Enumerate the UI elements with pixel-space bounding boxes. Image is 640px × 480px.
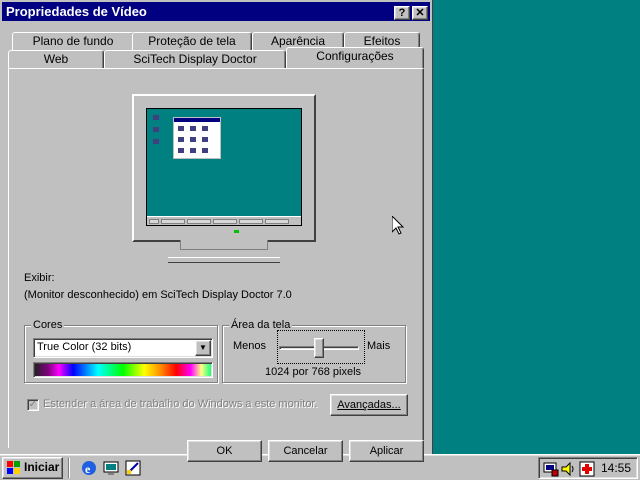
monitor-stand-base xyxy=(168,257,280,263)
ok-button[interactable]: OK xyxy=(187,440,262,462)
color-depth-select[interactable]: True Color (32 bits) ▼ xyxy=(33,338,213,358)
help-button[interactable]: ? xyxy=(394,6,410,20)
power-led-icon xyxy=(234,230,239,233)
mini-desktop-icon xyxy=(153,115,159,120)
show-desktop-icon[interactable] xyxy=(102,459,120,477)
mini-icon xyxy=(190,137,196,142)
quicklaunch-separator xyxy=(68,458,70,478)
screen-area-group: Área da tela Menos Mais 1024 por 768 pix… xyxy=(222,319,406,383)
mouse-cursor-icon xyxy=(392,216,404,235)
mini-task xyxy=(161,219,185,224)
monitor-screen xyxy=(146,108,302,226)
tab-plano-de-fundo[interactable]: Plano de fundo xyxy=(12,32,134,50)
monitor-stand-neck xyxy=(180,240,268,250)
close-button[interactable]: ✕ xyxy=(412,6,428,20)
title-bar[interactable]: Propriedades de Vídeo ? ✕ xyxy=(2,2,430,21)
clock[interactable]: 14:55 xyxy=(601,461,631,475)
display-properties-window: Propriedades de Vídeo ? ✕ Plano de fundo… xyxy=(0,0,433,462)
mini-icon xyxy=(178,126,184,131)
mini-icon xyxy=(190,148,196,153)
less-label: Menos xyxy=(233,340,267,352)
mini-task xyxy=(239,219,263,224)
svg-text:e: e xyxy=(85,462,91,476)
tab-scitech-display-doctor[interactable]: SciTech Display Doctor xyxy=(104,50,286,68)
mini-icon xyxy=(202,148,208,153)
mini-desktop-icon xyxy=(153,127,159,132)
advanced-button[interactable]: Avançadas... xyxy=(330,394,408,416)
mini-icon xyxy=(178,148,184,153)
volume-icon[interactable] xyxy=(561,461,575,477)
cancel-button[interactable]: Cancelar xyxy=(268,440,343,462)
mini-icon xyxy=(190,126,196,131)
tab-configuracoes[interactable]: Configurações xyxy=(286,47,424,68)
extend-desktop-label: Estender a área de trabalho do Windows a… xyxy=(43,398,318,410)
monitor-description: (Monitor desconhecido) em SciTech Displa… xyxy=(24,289,292,301)
apply-button[interactable]: Aplicar xyxy=(349,440,424,462)
resolution-text: 1024 por 768 pixels xyxy=(265,366,362,378)
mini-icon xyxy=(178,137,184,142)
extend-desktop-checkbox[interactable]: ✓ xyxy=(27,399,39,411)
tab-protecao-de-tela[interactable]: Proteção de tela xyxy=(132,32,252,50)
mini-icon xyxy=(202,137,208,142)
color-spectrum-bar xyxy=(33,362,213,378)
windows-logo-icon xyxy=(7,461,20,474)
channels-icon[interactable] xyxy=(124,459,142,477)
more-label: Mais xyxy=(367,340,391,352)
mini-titlebar xyxy=(174,118,220,122)
start-button[interactable]: Iniciar xyxy=(2,457,63,479)
mini-desktop-icon xyxy=(153,139,159,144)
display-settings-icon[interactable] xyxy=(543,461,559,477)
colors-group: Cores True Color (32 bits) ▼ xyxy=(24,319,218,383)
tab-web[interactable]: Web xyxy=(8,50,104,68)
mini-task xyxy=(187,219,211,224)
monitor-preview xyxy=(132,94,316,242)
color-depth-value: True Color (32 bits) xyxy=(37,341,132,353)
resolution-slider-thumb[interactable] xyxy=(314,338,324,358)
mini-window-preview xyxy=(173,117,221,159)
system-tray: 14:55 xyxy=(538,457,638,479)
window-title: Propriedades de Vídeo xyxy=(6,4,147,19)
colors-legend: Cores xyxy=(31,319,65,331)
mini-task xyxy=(213,219,237,224)
mini-icon xyxy=(202,126,208,131)
start-label: Iniciar xyxy=(24,460,60,474)
chevron-down-icon[interactable]: ▼ xyxy=(195,340,211,356)
advanced-label: Avançadas... xyxy=(337,399,401,411)
mini-taskbar xyxy=(147,216,301,225)
scheduler-icon[interactable] xyxy=(579,461,595,477)
mini-start xyxy=(149,219,159,224)
display-label: Exibir: xyxy=(24,272,55,284)
internet-explorer-icon[interactable]: e xyxy=(80,459,98,477)
mini-task xyxy=(265,219,289,224)
